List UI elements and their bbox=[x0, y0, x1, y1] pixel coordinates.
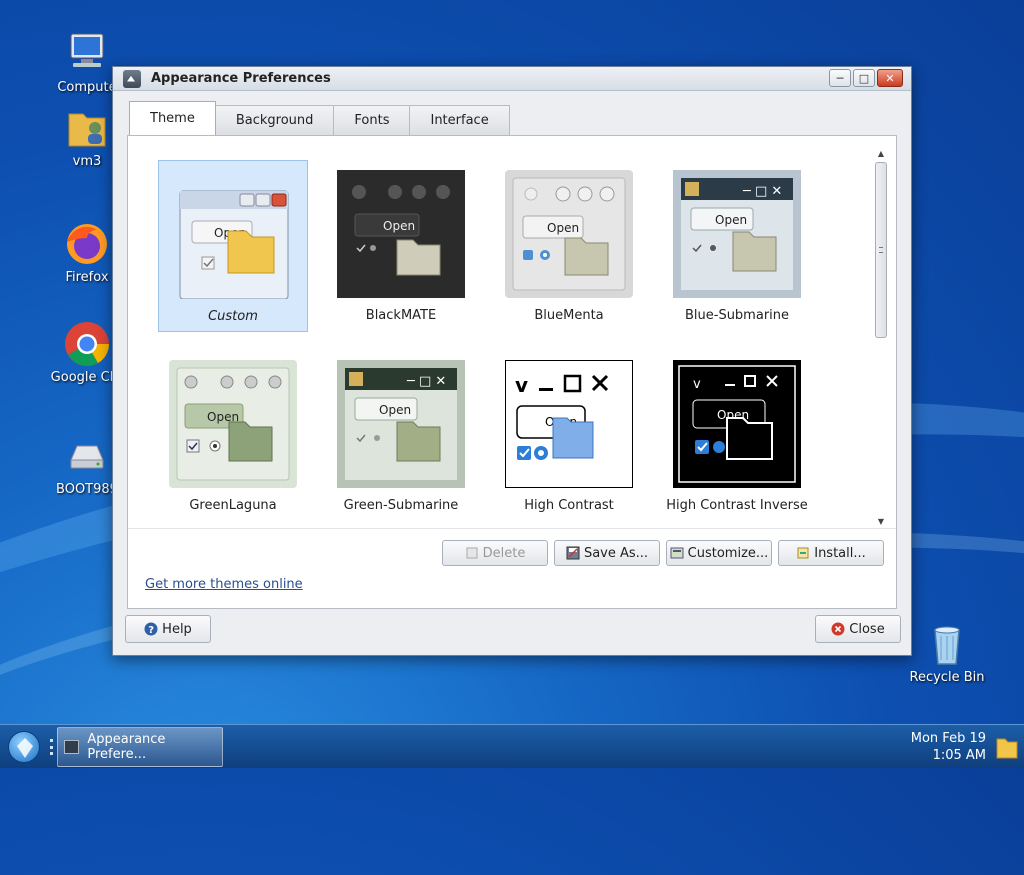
get-more-themes-link[interactable]: Get more themes online bbox=[145, 577, 303, 592]
taskbar-item-appearance[interactable]: Appearance Prefere... bbox=[57, 727, 223, 767]
customize-button[interactable]: Customize... bbox=[666, 540, 772, 566]
theme-name: Custom bbox=[208, 309, 258, 324]
user-folder-icon bbox=[63, 104, 111, 152]
install-icon bbox=[796, 546, 810, 560]
customize-button-label: Customize... bbox=[687, 545, 769, 561]
theme-item-blue-submarine[interactable]: ─ □ ✕ Open Blue-Submarine bbox=[662, 160, 812, 332]
scroll-track[interactable] bbox=[875, 162, 887, 514]
theme-list-scrollbar[interactable]: ▲ ▼ bbox=[874, 148, 888, 528]
minimize-button[interactable]: ─ bbox=[829, 69, 851, 87]
firefox-icon bbox=[63, 220, 111, 268]
preview-open-label: Open bbox=[547, 221, 579, 235]
theme-grid: Open Custom Open bbox=[142, 160, 852, 530]
close-button[interactable]: Close bbox=[815, 615, 901, 643]
svg-text:?: ? bbox=[148, 625, 154, 636]
tab-interface[interactable]: Interface bbox=[409, 105, 510, 135]
window-close-button[interactable]: ✕ bbox=[877, 69, 903, 87]
theme-panel: Open Custom Open bbox=[127, 135, 897, 609]
close-icon: ✕ bbox=[885, 71, 895, 85]
show-desktop-button[interactable] bbox=[994, 731, 1020, 763]
preview-open-label: Open bbox=[715, 213, 747, 227]
start-menu-button[interactable] bbox=[8, 731, 40, 763]
customize-icon bbox=[670, 546, 684, 560]
appearance-app-icon bbox=[64, 740, 80, 754]
window-title: Appearance Preferences bbox=[151, 71, 331, 86]
theme-name: High Contrast bbox=[524, 498, 614, 513]
theme-preview: Open bbox=[169, 360, 297, 488]
desktop-icon-recycle-bin[interactable]: Recycle Bin bbox=[902, 620, 992, 685]
theme-preview: v Open bbox=[504, 359, 634, 489]
svg-text:─ □ ✕: ─ □ ✕ bbox=[406, 374, 446, 389]
appearance-preferences-window: Appearance Preferences ─ □ ✕ Theme Backg… bbox=[112, 66, 912, 656]
theme-item-high-contrast-inverse[interactable]: v Open High Contrast Inverse bbox=[662, 350, 812, 522]
theme-preview: ─ □ ✕ Open bbox=[673, 170, 801, 298]
delete-icon bbox=[465, 546, 479, 560]
theme-name: High Contrast Inverse bbox=[666, 498, 808, 513]
drive-icon bbox=[63, 432, 111, 480]
clock-date: Mon Feb 19 bbox=[910, 731, 986, 746]
chrome-icon bbox=[63, 320, 111, 368]
desktop-icon-label: Recycle Bin bbox=[909, 670, 985, 685]
save-as-button[interactable]: Save As... bbox=[554, 540, 660, 566]
window-controls: ─ □ ✕ bbox=[829, 69, 903, 87]
theme-name: GreenLaguna bbox=[189, 498, 277, 513]
maximize-icon: □ bbox=[858, 71, 870, 85]
theme-preview: Open bbox=[505, 170, 633, 298]
scroll-down-arrow-icon[interactable]: ▼ bbox=[874, 516, 888, 528]
computer-icon bbox=[63, 30, 111, 78]
theme-name: Blue-Submarine bbox=[684, 308, 790, 323]
minimize-icon: ─ bbox=[836, 71, 844, 85]
help-button[interactable]: ? Help bbox=[125, 615, 211, 643]
grip-icon bbox=[879, 247, 883, 253]
theme-preview: v Open bbox=[673, 360, 801, 488]
svg-text:v: v bbox=[693, 377, 701, 392]
theme-item-bluementa[interactable]: Open BlueMenta bbox=[494, 160, 644, 332]
theme-item-blackmate[interactable]: Open BlackMATE bbox=[326, 160, 476, 332]
delete-button-label: Delete bbox=[482, 545, 526, 561]
svg-text:─ □ ✕: ─ □ ✕ bbox=[742, 184, 782, 199]
theme-preview: ─ □ ✕ Open bbox=[337, 360, 465, 488]
clock[interactable]: Mon Feb 19 1:05 AM bbox=[911, 730, 986, 764]
install-button-label: Install... bbox=[814, 545, 866, 561]
help-icon: ? bbox=[144, 622, 158, 636]
scroll-thumb[interactable] bbox=[875, 162, 887, 338]
appearance-app-icon bbox=[123, 69, 141, 88]
save-as-button-label: Save As... bbox=[583, 545, 649, 561]
start-icon bbox=[17, 738, 33, 758]
title-bar[interactable]: Appearance Preferences ─ □ ✕ bbox=[113, 67, 911, 91]
svg-text:v: v bbox=[515, 373, 528, 397]
taskbar-handle[interactable] bbox=[50, 739, 53, 755]
theme-name: Green-Submarine bbox=[343, 498, 459, 513]
recycle-bin-icon bbox=[923, 620, 971, 668]
tab-background[interactable]: Background bbox=[214, 105, 335, 135]
close-button-label: Close bbox=[849, 621, 885, 637]
close-circle-icon bbox=[831, 622, 845, 636]
clock-time: 1:05 AM bbox=[932, 748, 986, 763]
theme-item-high-contrast[interactable]: v Open High Contrast bbox=[494, 350, 644, 522]
save-icon bbox=[566, 546, 580, 560]
install-button[interactable]: Install... bbox=[778, 540, 884, 566]
theme-name: BlackMATE bbox=[365, 308, 437, 323]
theme-name: BlueMenta bbox=[534, 308, 604, 323]
help-button-label: Help bbox=[162, 621, 192, 637]
tab-bar: Theme Background Fonts Interface bbox=[129, 101, 510, 135]
taskbar-item-label: Appearance Prefere... bbox=[87, 732, 166, 762]
theme-item-green-submarine[interactable]: ─ □ ✕ Open Green-Submarine bbox=[326, 350, 476, 522]
scroll-up-arrow-icon[interactable]: ▲ bbox=[874, 148, 888, 160]
tab-theme[interactable]: Theme bbox=[129, 101, 216, 135]
folder-icon bbox=[996, 738, 1018, 759]
theme-item-custom[interactable]: Open Custom bbox=[158, 160, 308, 332]
preview-open-label: Open bbox=[379, 403, 411, 417]
delete-button[interactable]: Delete bbox=[442, 540, 548, 566]
maximize-button[interactable]: □ bbox=[853, 69, 875, 87]
theme-item-greenlaguna[interactable]: Open GreenLaguna bbox=[158, 350, 308, 522]
theme-preview: Open bbox=[337, 170, 465, 298]
divider bbox=[128, 528, 896, 529]
theme-preview: Open bbox=[170, 171, 298, 300]
preview-open-label: Open bbox=[383, 219, 415, 233]
tab-fonts[interactable]: Fonts bbox=[333, 105, 411, 135]
taskbar: Appearance Prefere... Mon Feb 19 1:05 AM bbox=[0, 724, 1024, 768]
